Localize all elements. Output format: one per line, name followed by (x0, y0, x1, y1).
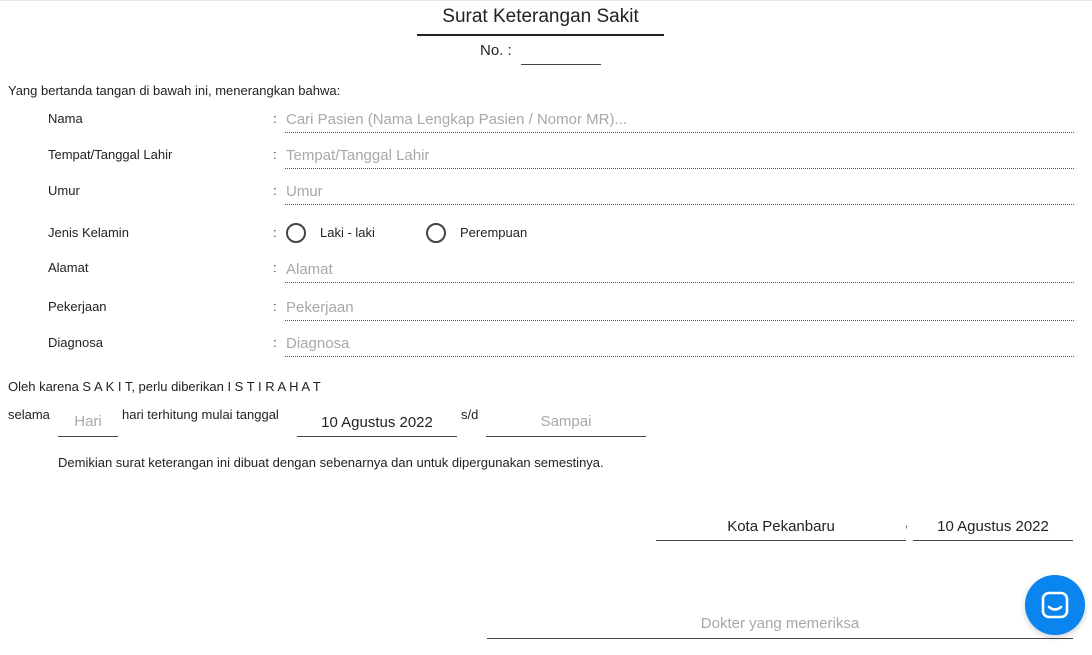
city-input[interactable]: Kota Pekanbaru (656, 510, 906, 541)
number-input[interactable] (521, 44, 601, 65)
chat-widget-button[interactable] (1025, 575, 1085, 635)
document-title: Surat Keterangan Sakit (417, 6, 664, 36)
pekerjaan-input[interactable] (285, 294, 1074, 321)
city-date-separator: , (905, 518, 909, 530)
number-label: No. : (480, 42, 512, 59)
alamat-label: Alamat (48, 260, 89, 275)
umur-colon: : (273, 183, 277, 198)
nama-search-input[interactable] (285, 106, 1074, 133)
rest-sentence: Oleh karena S A K I T, perlu diberikan I… (8, 379, 321, 394)
sd-label: s/d (461, 407, 479, 422)
selama-label: selama (8, 407, 50, 422)
diagnosa-input[interactable] (285, 330, 1074, 357)
pekerjaan-label: Pekerjaan (48, 299, 107, 314)
umur-input[interactable] (285, 178, 1074, 205)
end-date-input[interactable] (486, 406, 646, 437)
start-date-input[interactable]: 10 Agustus 2022 (297, 406, 457, 437)
sick-letter-form: Surat Keterangan Sakit No. : Yang bertan… (0, 0, 1092, 655)
chat-icon (1041, 591, 1069, 619)
jenis-kelamin-label: Jenis Kelamin (48, 225, 129, 240)
radio-perempuan[interactable] (426, 223, 446, 243)
umur-label: Umur (48, 183, 80, 198)
ttl-colon: : (273, 147, 277, 162)
signature-date-input[interactable]: 10 Agustus 2022 (913, 510, 1073, 541)
ttl-label: Tempat/Tanggal Lahir (48, 147, 173, 162)
radio-laki-laki[interactable] (286, 223, 306, 243)
alamat-colon: : (273, 260, 277, 275)
hari-text: hari terhitung mulai tanggal (122, 407, 279, 422)
diagnosa-colon: : (273, 335, 277, 350)
ttl-input[interactable] (285, 142, 1074, 169)
nama-colon: : (273, 111, 277, 126)
pekerjaan-colon: : (273, 299, 277, 314)
top-divider (0, 0, 1092, 1)
doctor-input[interactable] (487, 608, 1073, 639)
diagnosa-label: Diagnosa (48, 335, 103, 350)
closing-statement: Demikian surat keterangan ini dibuat den… (58, 455, 604, 470)
hari-input[interactable] (58, 406, 118, 437)
jenis-kelamin-colon: : (273, 225, 277, 240)
radio-laki-laki-label[interactable]: Laki - laki (320, 225, 375, 240)
intro-text: Yang bertanda tangan di bawah ini, mener… (8, 83, 341, 98)
nama-label: Nama (48, 111, 83, 126)
radio-perempuan-label[interactable]: Perempuan (460, 225, 527, 240)
alamat-input[interactable] (285, 256, 1074, 283)
